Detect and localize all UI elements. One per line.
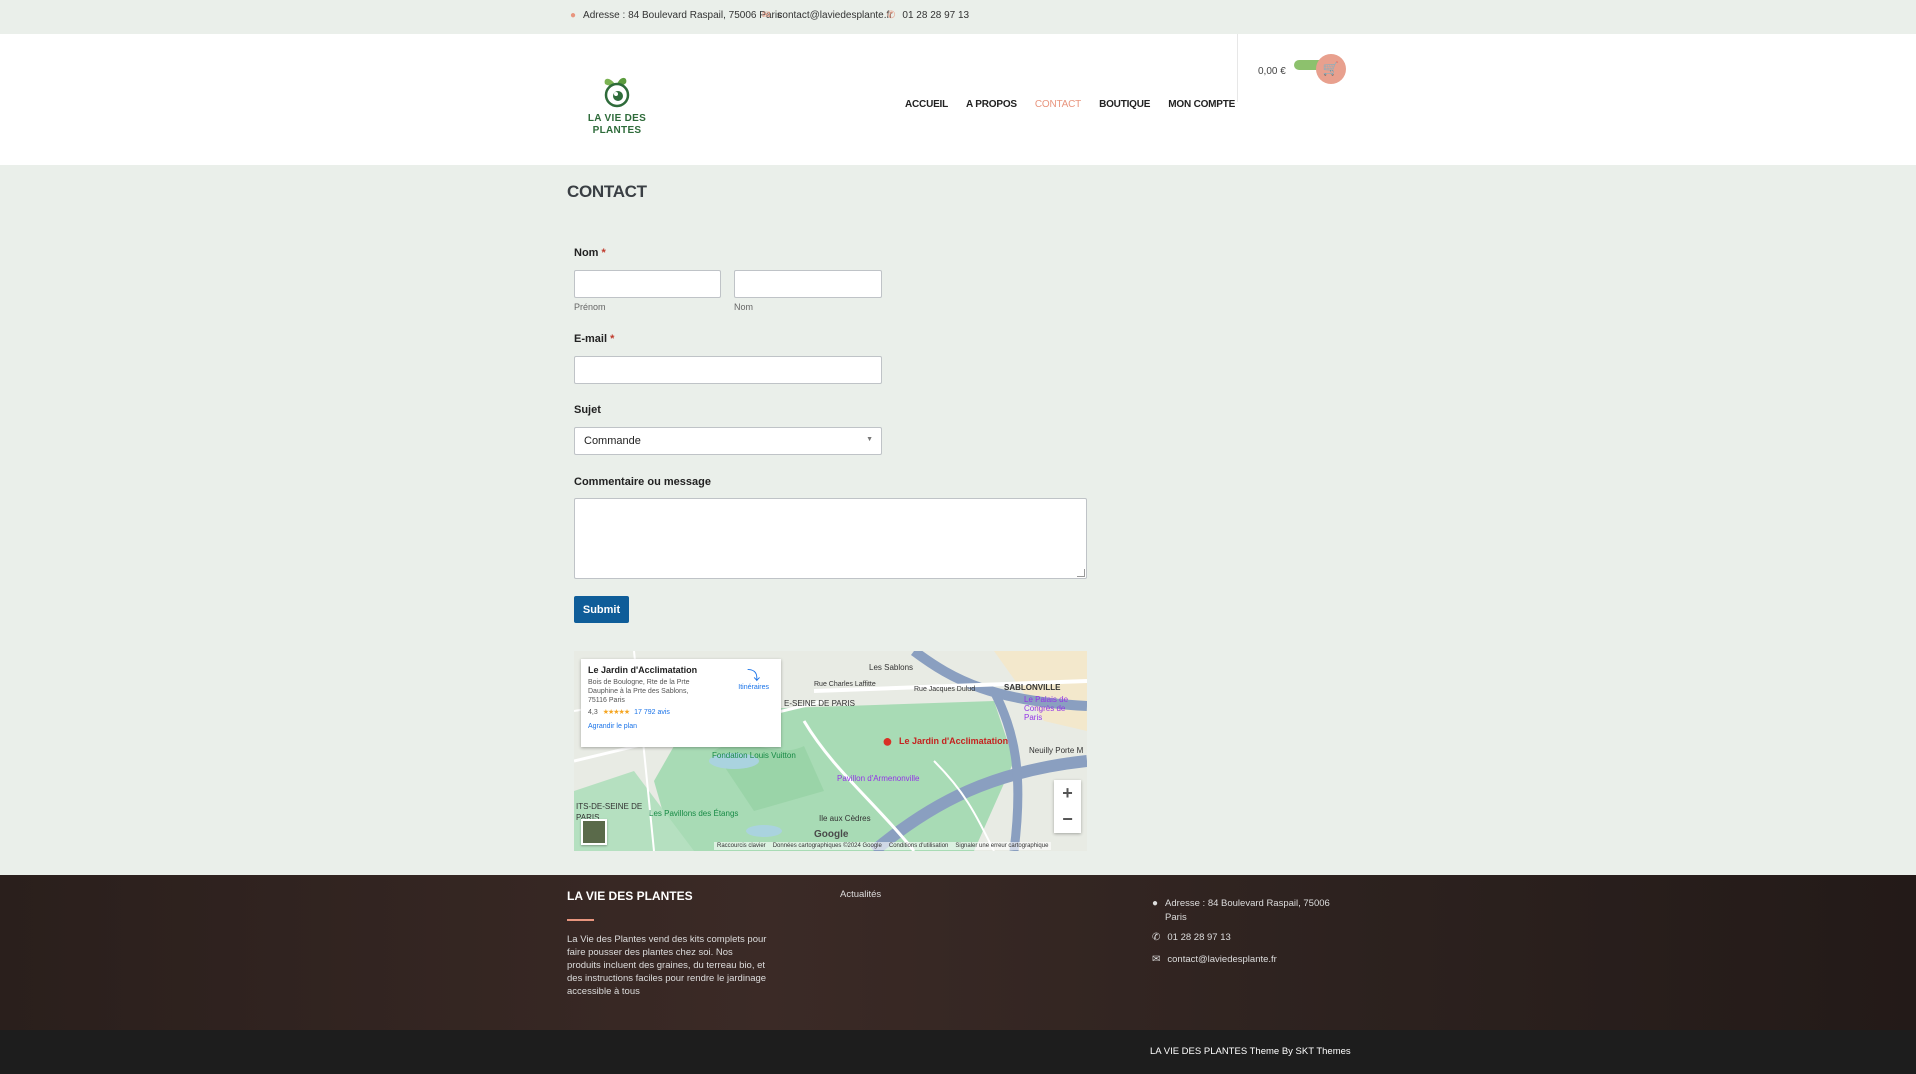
phone-icon: ✆ xyxy=(887,10,896,21)
reviews-link[interactable]: 17 792 avis xyxy=(634,709,670,716)
cart-button[interactable]: 🛒 xyxy=(1316,54,1346,84)
required-mark: * xyxy=(601,247,606,259)
nav-accueil[interactable]: ACCUEIL xyxy=(905,99,948,110)
envelope-icon: ✉ xyxy=(1152,954,1161,965)
first-name-sublabel: Prénom xyxy=(574,302,606,312)
envelope-icon: ✉ xyxy=(762,10,771,21)
subject-select[interactable]: Commande ▼ xyxy=(574,427,882,455)
topbar-address: ● Adresse : 84 Boulevard Raspail, 75006 … xyxy=(570,10,782,21)
page-title: CONTACT xyxy=(567,182,647,201)
map-label-rue-dulud: Rue Jacques Dulud xyxy=(914,686,976,693)
last-name-sublabel: Nom xyxy=(734,302,754,312)
shopping-cart-icon: 🛒 xyxy=(1322,61,1340,76)
footer-email[interactable]: ✉ contact@laviedesplante.fr xyxy=(1152,954,1277,965)
required-mark: * xyxy=(610,333,615,345)
email-label-text: E-mail xyxy=(574,333,608,345)
map-pin-label[interactable]: Le Jardin d'Acclimatation xyxy=(899,736,1008,746)
topbar-email[interactable]: ✉ contact@laviedesplante.fr xyxy=(762,10,893,21)
map-label-pavillon: Pavillon d'Armenonville xyxy=(837,774,920,783)
top-info-bar: ● Adresse : 84 Boulevard Raspail, 75006 … xyxy=(0,0,1916,34)
copyright-text[interactable]: LA VIE DES PLANTES Theme By SKT Themes xyxy=(1150,1046,1351,1057)
map-label-sablonville: SABLONVILLE xyxy=(1004,683,1061,692)
email-input[interactable] xyxy=(574,356,882,384)
topbar-email-text[interactable]: contact@laviedesplante.fr xyxy=(777,10,892,21)
rating-value: 4,3 xyxy=(588,708,598,716)
phone-icon: ✆ xyxy=(1152,932,1161,943)
place-address: Bois de Boulogne, Rte de la Prte Dauphin… xyxy=(588,679,690,704)
google-map[interactable]: Les Sablons SABLONVILLE Le Palais de Con… xyxy=(574,651,1087,851)
directions-icon: ⤵ xyxy=(747,668,761,683)
footer-email-text[interactable]: contact@laviedesplante.fr xyxy=(1167,954,1276,965)
map-terms-link[interactable]: Conditions d'utilisation xyxy=(889,843,949,849)
map-satellite-toggle[interactable] xyxy=(581,819,607,845)
topbar-phone: ✆ 01 28 28 97 13 xyxy=(887,10,969,21)
map-zoom-controls: + − xyxy=(1054,780,1081,833)
map-label-palais: Le Palais de Congrès de Paris xyxy=(1024,695,1069,722)
enlarge-map-link[interactable]: Agrandir le plan xyxy=(588,723,774,730)
cart-total[interactable]: 0,00 € xyxy=(1258,66,1286,77)
map-place-card: Le Jardin d'Acclimatation Bois de Boulog… xyxy=(581,659,781,747)
map-label-les-sablons: Les Sablons xyxy=(869,663,914,672)
map-label-fondation: Fondation Louis Vuitton xyxy=(712,751,796,760)
name-label: Nom * xyxy=(574,247,606,259)
zoom-in-button[interactable]: + xyxy=(1054,780,1081,806)
nav-mon-compte[interactable]: MON COMPTE xyxy=(1168,99,1235,110)
map-keyboard-shortcuts[interactable]: Raccourcis clavier xyxy=(717,843,766,849)
footer-phone-text: 01 28 28 97 13 xyxy=(1167,932,1231,943)
resize-grip-icon[interactable] xyxy=(1077,569,1085,577)
map-label-rue-laffitte: Rue Charles Laffitte xyxy=(814,681,876,688)
google-logo: Google xyxy=(814,829,849,840)
topbar-phone-text: 01 28 28 97 13 xyxy=(902,10,970,21)
email-label: E-mail * xyxy=(574,333,614,345)
location-pin-icon: ● xyxy=(570,10,577,21)
message-textarea[interactable] xyxy=(574,498,1087,579)
site-logo[interactable]: LA VIE DES PLANTES xyxy=(586,74,648,137)
first-name-input[interactable] xyxy=(574,270,721,298)
last-name-input[interactable] xyxy=(734,270,882,298)
map-report-error-link[interactable]: Signaler une erreur cartographique xyxy=(955,843,1048,849)
subject-select-value: Commande xyxy=(584,435,641,447)
map-label-ile-cedres: Ile aux Cèdres xyxy=(819,814,871,823)
message-label: Commentaire ou message xyxy=(574,476,711,488)
plant-logo-icon xyxy=(604,77,630,108)
directions-label: Itinéraires xyxy=(738,684,769,691)
footer-title: LA VIE DES PLANTES xyxy=(567,889,693,903)
map-label-paris-1: E-SEINE DE PARIS xyxy=(784,699,855,708)
logo-line2: PLANTES xyxy=(592,125,642,136)
footer-address: ● Adresse : 84 Boulevard Raspail, 75006 … xyxy=(1152,897,1352,925)
map-attribution: Raccourcis clavier Données cartographiqu… xyxy=(714,842,1052,850)
nav-boutique[interactable]: BOUTIQUE xyxy=(1099,99,1150,110)
chevron-down-icon: ▼ xyxy=(866,436,873,443)
footer-news-link[interactable]: Actualités xyxy=(840,889,881,900)
footer-address-text: Adresse : 84 Boulevard Raspail, 75006 Pa… xyxy=(1165,898,1330,923)
location-pin-icon: ● xyxy=(1152,898,1159,909)
topbar-address-text: Adresse : 84 Boulevard Raspail, 75006 Pa… xyxy=(583,10,783,21)
map-pin-icon[interactable]: ● xyxy=(882,731,893,752)
map-label-neuilly: Neuilly Porte M xyxy=(1029,746,1084,755)
footer-phone: ✆ 01 28 28 97 13 xyxy=(1152,932,1231,943)
footer-description: La Vie des Plantes vend des kits complet… xyxy=(567,934,767,997)
header-divider xyxy=(1237,34,1238,102)
name-label-text: Nom xyxy=(574,247,599,259)
main-nav: ACCUEIL A PROPOS CONTACT BOUTIQUE MON CO… xyxy=(905,99,1253,110)
footer-title-underline xyxy=(567,919,594,921)
directions-button[interactable]: ⤵ Itinéraires xyxy=(738,665,769,691)
nav-contact[interactable]: CONTACT xyxy=(1035,99,1081,110)
copyright-bar: LA VIE DES PLANTES Theme By SKT Themes xyxy=(0,1030,1916,1074)
place-rating: 4,3 ★★★★★ 17 792 avis xyxy=(588,708,774,717)
map-data-credit: Données cartographiques ©2024 Google xyxy=(772,843,882,849)
nav-a-propos[interactable]: A PROPOS xyxy=(966,99,1017,110)
map-label-pavillons-etangs: Les Pavillons des Étangs xyxy=(649,809,739,818)
logo-line1: LA VIE DES xyxy=(587,113,647,124)
rating-stars-icon: ★★★★★ xyxy=(602,709,630,716)
site-header: LA VIE DES PLANTES ACCUEIL A PROPOS CONT… xyxy=(0,34,1916,165)
zoom-out-button[interactable]: − xyxy=(1054,806,1081,832)
submit-button[interactable]: Submit xyxy=(574,596,629,623)
site-footer: LA VIE DES PLANTES La Vie des Plantes ve… xyxy=(0,875,1916,1030)
subject-label: Sujet xyxy=(574,404,601,416)
